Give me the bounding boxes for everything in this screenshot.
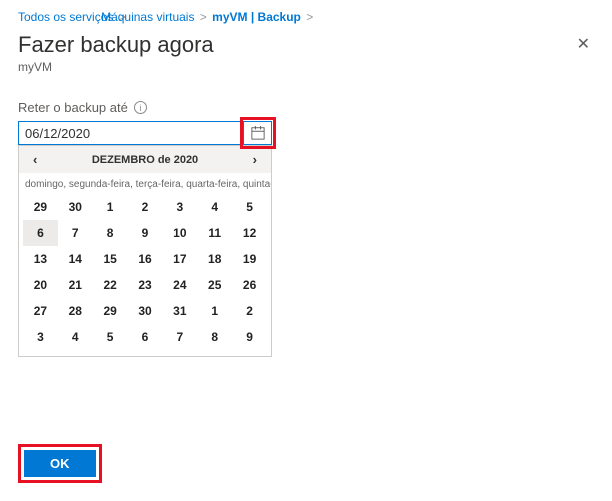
calendar-day[interactable]: 30 xyxy=(58,194,93,220)
calendar-day[interactable]: 27 xyxy=(23,298,58,324)
calendar-day[interactable]: 3 xyxy=(23,324,58,350)
retain-date-input[interactable] xyxy=(18,121,244,145)
calendar-day[interactable]: 21 xyxy=(58,272,93,298)
calendar-day[interactable]: 24 xyxy=(162,272,197,298)
calendar-day[interactable]: 1 xyxy=(93,194,128,220)
calendar-popup: ‹ DEZEMBRO de 2020 › domingo, segunda-fe… xyxy=(18,145,272,357)
calendar-next-icon[interactable]: › xyxy=(247,150,263,169)
calendar-month-label[interactable]: DEZEMBRO de 2020 xyxy=(92,154,198,166)
retain-label: Reter o backup até xyxy=(18,100,128,115)
breadcrumb: Todos os serviços > Máquinas virtuais > … xyxy=(18,10,594,24)
calendar-day[interactable]: 7 xyxy=(162,324,197,350)
calendar-day[interactable]: 4 xyxy=(197,194,232,220)
calendar-day[interactable]: 12 xyxy=(232,220,267,246)
breadcrumb-sep: > xyxy=(200,10,207,24)
calendar-day[interactable]: 23 xyxy=(128,272,163,298)
footer: OK xyxy=(18,444,102,483)
date-field-wrap xyxy=(18,121,272,145)
calendar-icon xyxy=(251,126,265,140)
page-subtitle: myVM xyxy=(18,60,214,74)
calendar-day[interactable]: 13 xyxy=(23,246,58,272)
calendar-day[interactable]: 11 xyxy=(197,220,232,246)
page-title: Fazer backup agora xyxy=(18,32,214,58)
calendar-day[interactable]: 26 xyxy=(232,272,267,298)
calendar-day[interactable]: 29 xyxy=(93,298,128,324)
calendar-grid: 2930123456789101112131415161718192021222… xyxy=(19,194,271,356)
calendar-day[interactable]: 6 xyxy=(23,220,58,246)
calendar-day[interactable]: 8 xyxy=(197,324,232,350)
calendar-day[interactable]: 5 xyxy=(232,194,267,220)
calendar-day[interactable]: 25 xyxy=(197,272,232,298)
calendar-day[interactable]: 3 xyxy=(162,194,197,220)
calendar-day[interactable]: 9 xyxy=(128,220,163,246)
calendar-day[interactable]: 10 xyxy=(162,220,197,246)
calendar-day[interactable]: 30 xyxy=(128,298,163,324)
calendar-button[interactable] xyxy=(244,121,272,145)
calendar-day[interactable]: 17 xyxy=(162,246,197,272)
calendar-day[interactable]: 7 xyxy=(58,220,93,246)
calendar-day[interactable]: 20 xyxy=(23,272,58,298)
calendar-day[interactable]: 28 xyxy=(58,298,93,324)
calendar-day[interactable]: 29 xyxy=(23,194,58,220)
retain-label-row: Reter o backup até i xyxy=(18,100,594,115)
calendar-day[interactable]: 6 xyxy=(128,324,163,350)
calendar-day[interactable]: 8 xyxy=(93,220,128,246)
breadcrumb-item-services[interactable]: Todos os serviços xyxy=(18,10,113,24)
calendar-header: ‹ DEZEMBRO de 2020 › xyxy=(19,146,271,173)
calendar-day[interactable]: 31 xyxy=(162,298,197,324)
breadcrumb-item-backup[interactable]: myVM | Backup xyxy=(212,10,301,24)
calendar-day[interactable]: 9 xyxy=(232,324,267,350)
calendar-day[interactable]: 16 xyxy=(128,246,163,272)
calendar-day[interactable]: 22 xyxy=(93,272,128,298)
calendar-day[interactable]: 2 xyxy=(232,298,267,324)
calendar-day[interactable]: 19 xyxy=(232,246,267,272)
calendar-day[interactable]: 15 xyxy=(93,246,128,272)
ok-button[interactable]: OK xyxy=(24,450,96,477)
close-icon[interactable]: ✕ xyxy=(573,30,594,58)
calendar-day[interactable]: 1 xyxy=(197,298,232,324)
calendar-day[interactable]: 18 xyxy=(197,246,232,272)
calendar-weekdays: domingo, segunda-feira, terça-feira, qua… xyxy=(19,173,271,194)
info-icon[interactable]: i xyxy=(134,101,147,114)
calendar-day[interactable]: 4 xyxy=(58,324,93,350)
calendar-day[interactable]: 14 xyxy=(58,246,93,272)
calendar-day[interactable]: 2 xyxy=(128,194,163,220)
breadcrumb-sep: > xyxy=(306,10,313,24)
calendar-day[interactable]: 5 xyxy=(93,324,128,350)
calendar-prev-icon[interactable]: ‹ xyxy=(27,150,43,169)
ok-highlight-box: OK xyxy=(18,444,102,483)
breadcrumb-item-vms[interactable]: Máquinas virtuais xyxy=(101,10,194,24)
